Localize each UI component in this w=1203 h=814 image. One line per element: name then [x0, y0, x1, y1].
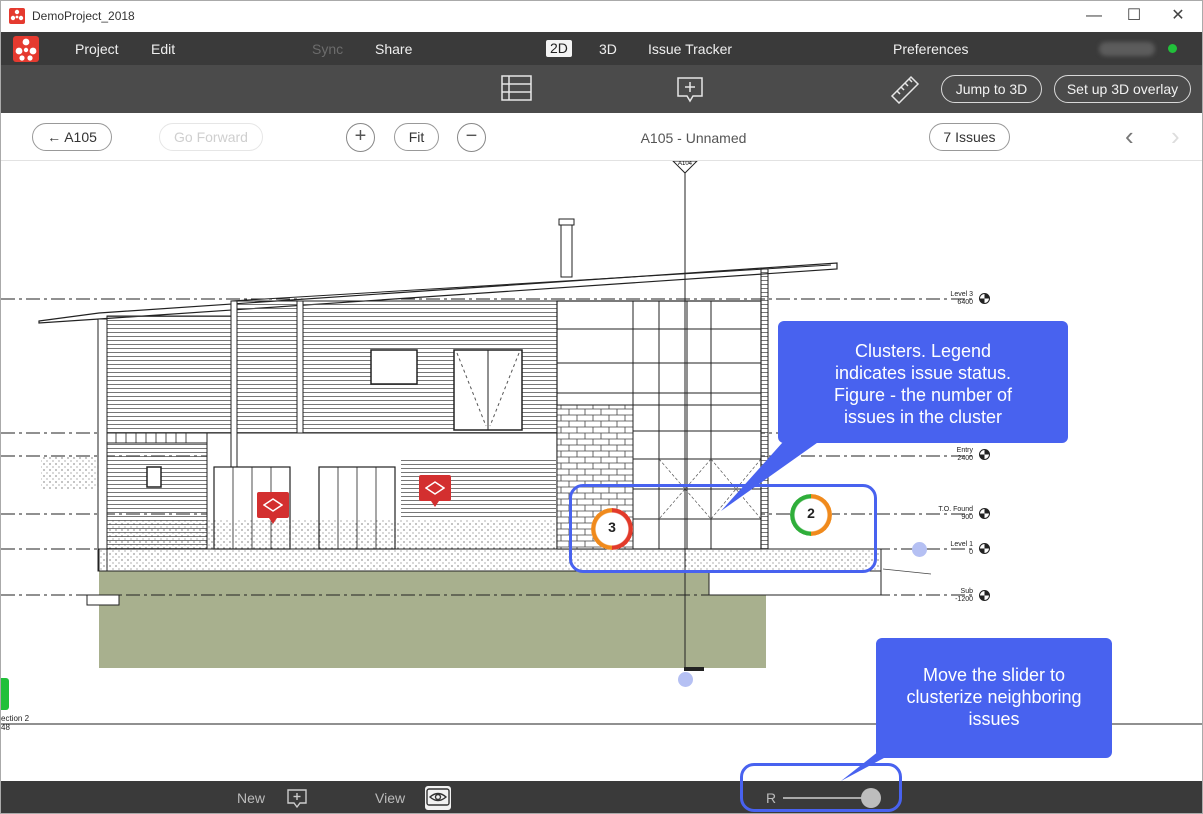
window-title: DemoProject_2018: [32, 9, 135, 23]
level-marker-icon: [979, 508, 990, 519]
slider-highlight: [740, 763, 902, 812]
slider-callout: Move the slider to clusterize neighborin…: [876, 638, 1112, 758]
setup-3d-overlay-button[interactable]: Set up 3D overlay: [1054, 75, 1191, 103]
level-label: Level 10: [950, 541, 973, 556]
level-marker-icon: [979, 449, 990, 460]
section-marker-label: A104: [678, 161, 693, 167]
go-forward-button[interactable]: Go Forward: [159, 123, 263, 151]
level-marker-icon: [979, 543, 990, 554]
view-label: View: [375, 790, 406, 806]
prev-view-button[interactable]: ‹: [1125, 123, 1134, 149]
drag-handle[interactable]: [678, 672, 693, 687]
drawing-canvas[interactable]: A104 Level 3 6400 Entry 2400 T.O. Found 900…: [1, 161, 1202, 781]
view-title: A105 - Unnamed: [640, 130, 747, 146]
new-label: New: [237, 790, 266, 806]
app-logo-icon[interactable]: [13, 36, 39, 62]
title-bar: DemoProject_2018 — ☐ ✕: [1, 1, 1202, 32]
menu-issue-tracker[interactable]: Issue Tracker: [648, 41, 732, 57]
issue-pin[interactable]: [419, 475, 451, 507]
menu-bar: Project Edit Sync Share 2D 3D Issue Trac…: [1, 32, 1202, 65]
level-label: Level 3 6400: [950, 291, 973, 306]
section-tag-icon[interactable]: [1, 678, 9, 710]
minimize-button[interactable]: —: [1083, 5, 1105, 27]
zoom-out-button[interactable]: −: [457, 123, 486, 152]
back-button[interactable]: ← A105: [32, 123, 112, 151]
app-window: DemoProject_2018 — ☐ ✕ Project Edit Sync…: [0, 0, 1203, 814]
tab-2d[interactable]: 2D: [546, 40, 572, 57]
level-marker-icon: [979, 293, 990, 304]
online-status-dot: [1168, 44, 1177, 53]
menu-sync[interactable]: Sync: [312, 41, 343, 57]
maximize-button[interactable]: ☐: [1123, 5, 1145, 27]
close-button[interactable]: ✕: [1167, 5, 1189, 27]
bottom-bar: New View R: [1, 781, 1202, 813]
level-label: Entry 2400: [956, 447, 973, 462]
ground-fill: [99, 571, 766, 668]
add-issue-icon[interactable]: [676, 76, 704, 109]
drag-handle[interactable]: [912, 542, 927, 557]
section-label: ection 2 48: [1, 714, 30, 732]
menu-share[interactable]: Share: [375, 41, 412, 57]
cluster-count: 3: [608, 519, 616, 535]
level-label: Sub -1200: [955, 588, 973, 603]
issue-pin[interactable]: [257, 492, 289, 524]
view-eye-icon[interactable]: [425, 786, 451, 810]
jump-to-3d-button[interactable]: Jump to 3D: [941, 75, 1042, 103]
app-small-logo-icon: [9, 8, 25, 24]
toolbar: Jump to 3D Set up 3D overlay: [1, 65, 1202, 113]
level-label: T.O. Found 900: [938, 506, 973, 521]
clusters-callout: Clusters. Legend indicates issue status.…: [778, 321, 1068, 443]
fit-button[interactable]: Fit: [394, 123, 439, 151]
level-marker-icon: [979, 590, 990, 601]
issue-cluster[interactable]: 3: [591, 508, 633, 550]
tab-3d[interactable]: 3D: [599, 41, 617, 57]
menu-edit[interactable]: Edit: [151, 41, 175, 57]
menu-project[interactable]: Project: [75, 41, 119, 57]
menu-preferences[interactable]: Preferences: [893, 41, 968, 57]
zoom-in-button[interactable]: +: [346, 123, 375, 152]
next-view-button[interactable]: ›: [1171, 123, 1180, 149]
ruler-icon[interactable]: [889, 74, 921, 109]
user-name[interactable]: [1099, 42, 1155, 56]
new-issue-icon[interactable]: [286, 787, 310, 809]
view-nav-bar: ← A105 Go Forward + Fit − A105 - Unnamed…: [1, 113, 1202, 161]
issues-count-button[interactable]: 7 Issues: [929, 123, 1010, 151]
callout-pointer: [721, 433, 831, 511]
list-view-icon[interactable]: [501, 75, 532, 106]
